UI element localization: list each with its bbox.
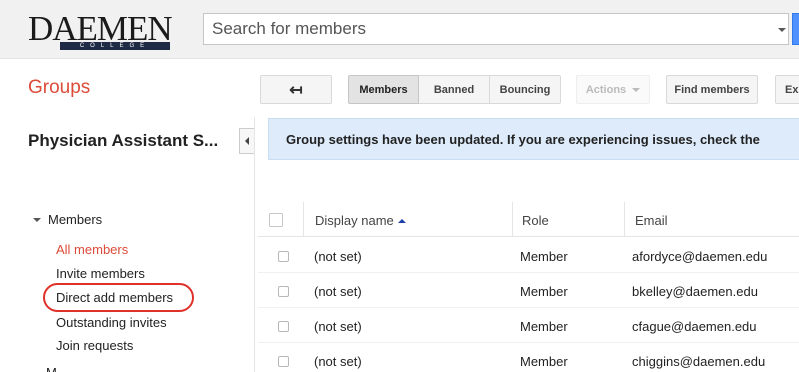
row-email: cfague@daemen.edu bbox=[632, 319, 757, 334]
logo-subtitle: COLLEGE bbox=[79, 43, 151, 49]
row-email: afordyce@daemen.edu bbox=[632, 249, 768, 264]
sidebar-section-next[interactable]: M bbox=[46, 365, 57, 372]
members-tab-button[interactable]: Members bbox=[348, 75, 419, 104]
table-row[interactable]: (not set) Member chiggins@daemen.edu bbox=[258, 343, 799, 372]
notice-text: Group settings have been updated. If you… bbox=[286, 132, 760, 147]
row-role[interactable]: Member bbox=[520, 284, 568, 299]
sort-ascending-icon bbox=[397, 219, 406, 223]
back-arrow-icon: ↤ bbox=[289, 81, 303, 99]
row-checkbox[interactable] bbox=[278, 356, 289, 367]
app-title[interactable]: Groups bbox=[28, 77, 90, 99]
column-header-label: Display name bbox=[315, 213, 394, 228]
column-header-email[interactable]: Email bbox=[635, 213, 668, 228]
sidebar-item-join-requests[interactable]: Join requests bbox=[56, 338, 133, 353]
bouncing-tab-button[interactable]: Bouncing bbox=[490, 75, 561, 104]
back-button[interactable]: ↤ bbox=[260, 75, 332, 104]
row-display-name: (not set) bbox=[314, 249, 362, 264]
daemen-logo[interactable]: DAEMEN COLLEGE bbox=[28, 10, 178, 52]
select-all-checkbox[interactable] bbox=[269, 213, 283, 227]
group-name-heading[interactable]: Physician Assistant S... bbox=[28, 131, 218, 151]
row-role[interactable]: Member bbox=[520, 354, 568, 369]
export-button[interactable]: Ex bbox=[775, 75, 799, 104]
row-email: chiggins@daemen.edu bbox=[632, 354, 766, 369]
row-role[interactable]: Member bbox=[520, 319, 568, 334]
search-options-caret-icon[interactable] bbox=[778, 28, 786, 32]
search-box[interactable] bbox=[203, 13, 789, 45]
column-header-role[interactable]: Role bbox=[522, 213, 549, 228]
chevron-down-icon bbox=[632, 87, 641, 92]
annotation-circle bbox=[43, 283, 194, 312]
search-input[interactable] bbox=[204, 14, 764, 44]
row-checkbox[interactable] bbox=[278, 321, 289, 332]
row-role[interactable]: Member bbox=[520, 249, 568, 264]
actions-dropdown-button[interactable]: Actions bbox=[576, 75, 650, 104]
column-divider bbox=[512, 202, 513, 237]
chevron-left-icon bbox=[245, 137, 249, 145]
row-display-name: (not set) bbox=[314, 319, 362, 334]
row-checkbox[interactable] bbox=[278, 286, 289, 297]
row-display-name: (not set) bbox=[314, 284, 362, 299]
search-button[interactable] bbox=[792, 13, 799, 45]
table-row[interactable]: (not set) Member afordyce@daemen.edu bbox=[258, 238, 799, 273]
table-row[interactable]: (not set) Member cfague@daemen.edu bbox=[258, 308, 799, 343]
column-divider bbox=[303, 202, 304, 237]
column-divider bbox=[624, 202, 625, 237]
sidebar-section-label: Members bbox=[48, 212, 103, 227]
collapse-sidebar-button[interactable] bbox=[239, 128, 255, 154]
banned-tab-button[interactable]: Banned bbox=[419, 75, 490, 104]
sidebar-item-invite-members[interactable]: Invite members bbox=[56, 266, 145, 281]
column-header-display-name[interactable]: Display name bbox=[315, 213, 406, 228]
top-bar: DAEMEN COLLEGE bbox=[0, 0, 799, 59]
row-display-name: (not set) bbox=[314, 354, 362, 369]
row-email: bkelley@daemen.edu bbox=[632, 284, 758, 299]
find-members-button[interactable]: Find members bbox=[666, 75, 758, 104]
sidebar-divider bbox=[254, 117, 255, 372]
sidebar-item-outstanding-invites[interactable]: Outstanding invites bbox=[56, 315, 167, 330]
actions-label: Actions bbox=[585, 83, 627, 96]
row-checkbox[interactable] bbox=[278, 251, 289, 262]
settings-updated-notice: Group settings have been updated. If you… bbox=[268, 118, 799, 160]
expand-triangle-icon bbox=[33, 217, 41, 222]
sidebar-section-members[interactable]: Members bbox=[33, 212, 102, 227]
sidebar-item-all-members[interactable]: All members bbox=[56, 242, 128, 257]
table-row[interactable]: (not set) Member bkelley@daemen.edu bbox=[258, 273, 799, 308]
